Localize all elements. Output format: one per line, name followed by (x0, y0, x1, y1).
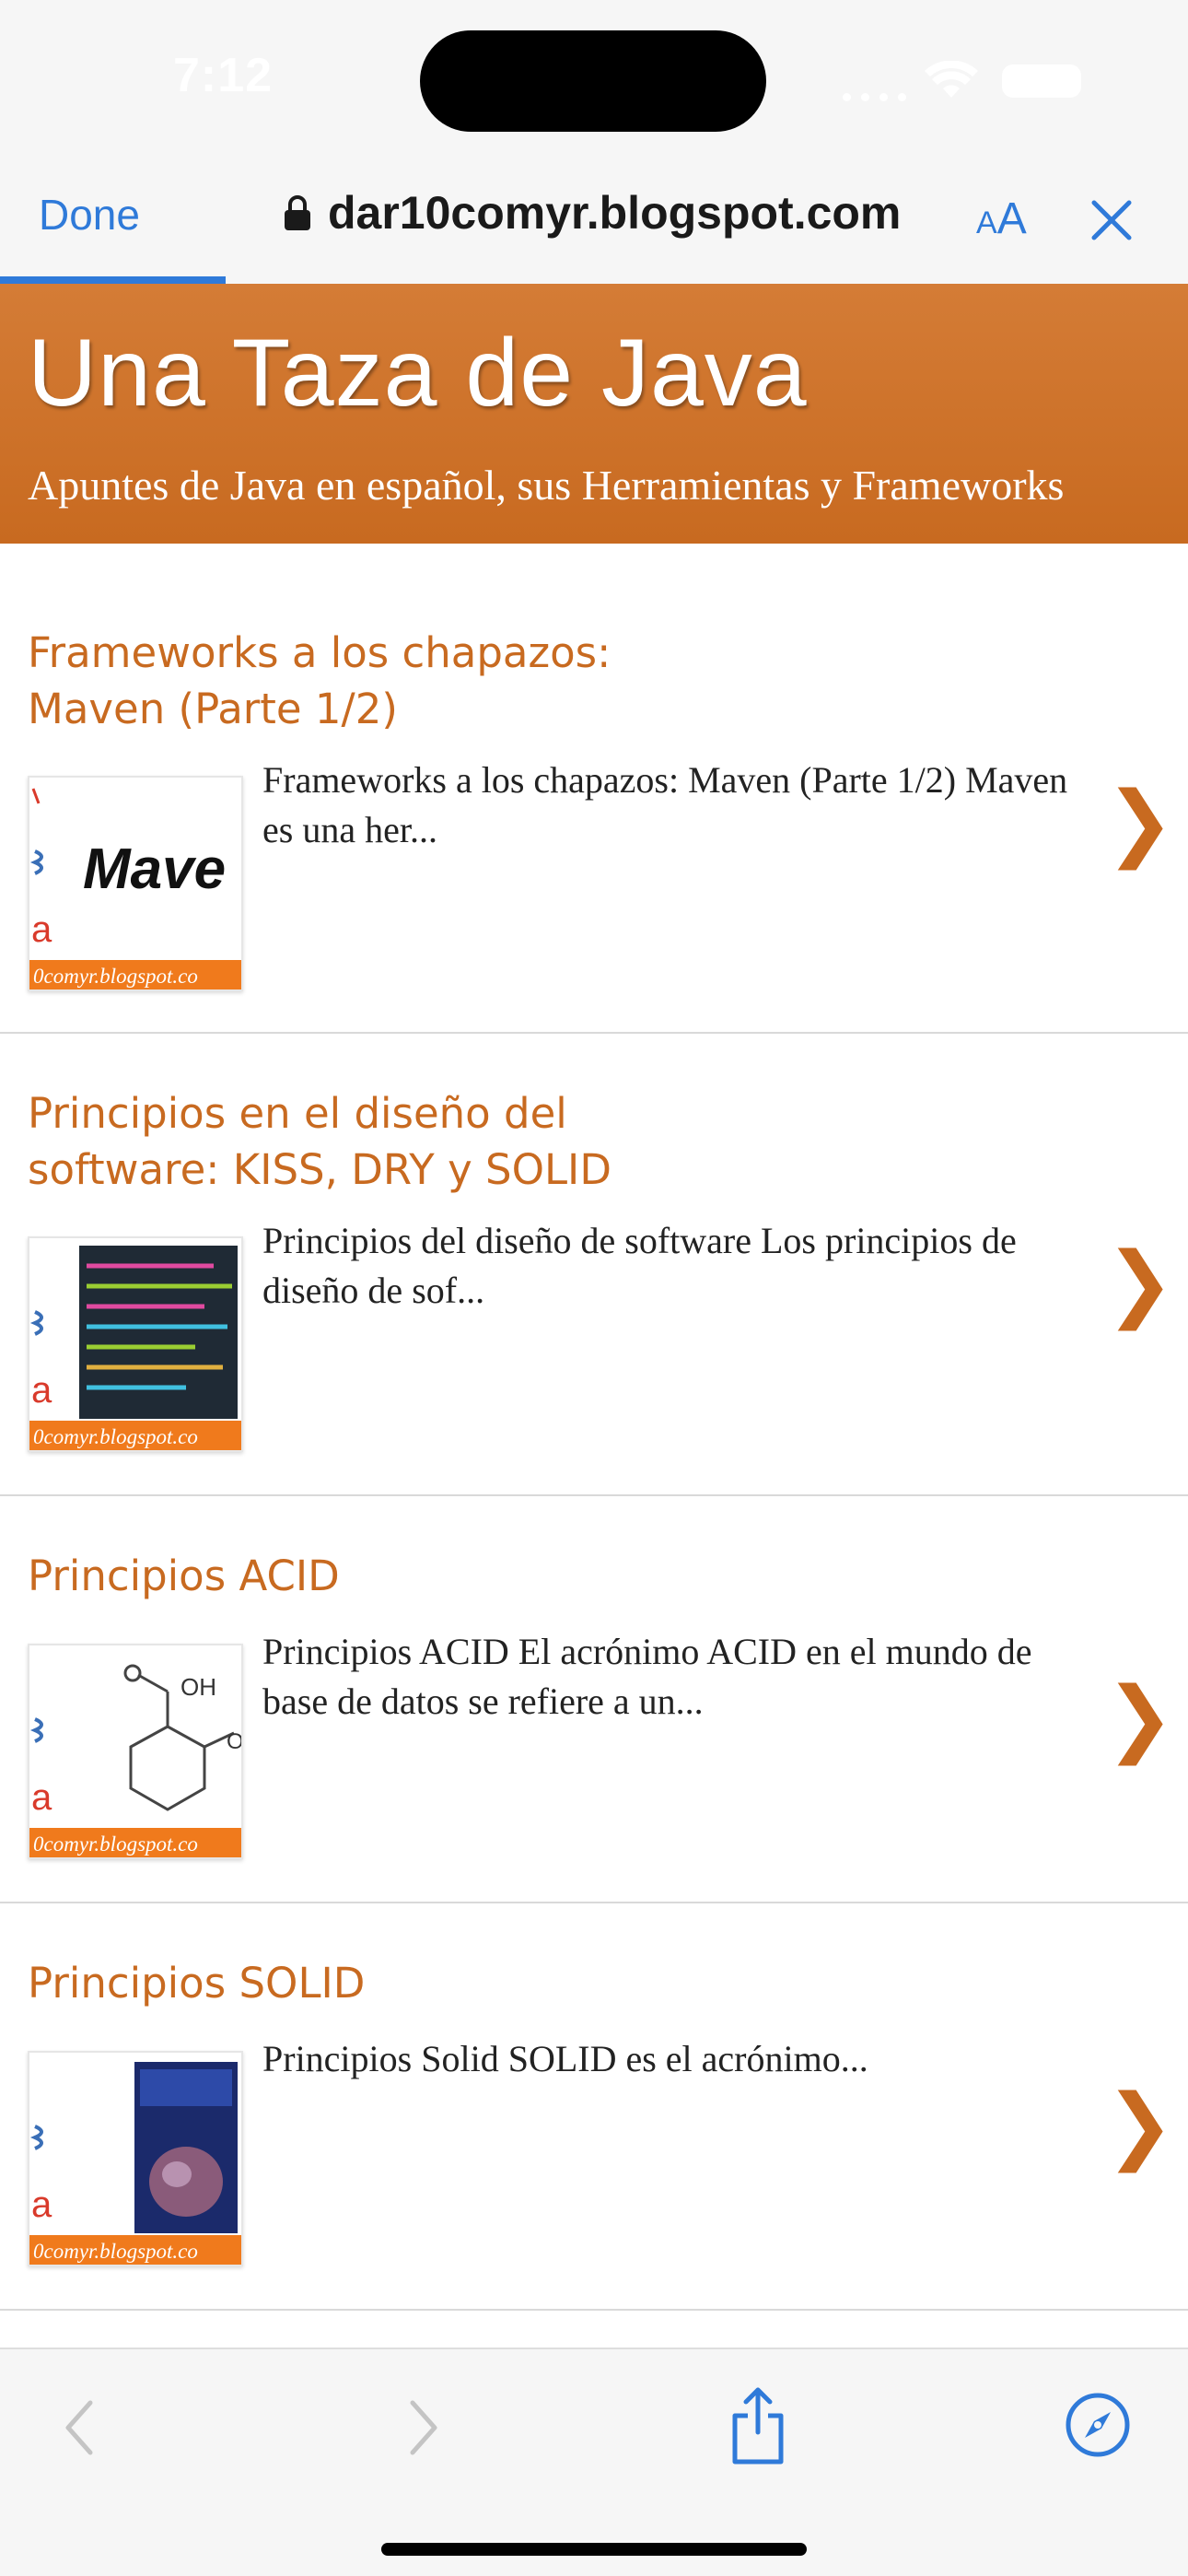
browser-top-bar: Done dar10comyr.blogspot.com AA (0, 166, 1188, 284)
maven-thumbnail-image: a Mave 0comyr.blogspot.co (29, 778, 241, 989)
post-title-line: Principios ACID (28, 1551, 340, 1600)
post-item[interactable]: Principios SOLID a 0comyr.blogspot.co Pr… (0, 1903, 1188, 2311)
post-title-line: Principios SOLID (28, 1959, 366, 2008)
post-title-line: software: KISS, DRY y SOLID (28, 1145, 611, 1194)
chevron-right-icon[interactable]: ❯ (1105, 1669, 1174, 1766)
done-button[interactable]: Done (39, 190, 140, 240)
chevron-right-icon[interactable]: ❯ (1105, 774, 1174, 871)
post-title-line: Principios en el diseño del (28, 1089, 567, 1138)
post-title[interactable]: Frameworks a los chapazos: Maven (Parte … (28, 625, 672, 737)
post-item[interactable]: Principios en el diseño del software: KI… (0, 1034, 1188, 1496)
post-title[interactable]: Principios SOLID (28, 1955, 672, 2011)
post-snippet: Principios ACID El acrónimo ACID en el m… (262, 1631, 1032, 1722)
svg-text:a: a (31, 2184, 52, 2225)
svg-text:0comyr.blogspot.co: 0comyr.blogspot.co (33, 1832, 198, 1856)
lock-icon (285, 195, 310, 230)
chevron-right-icon[interactable]: ❯ (1105, 2077, 1174, 2173)
thumb-oh-label: OH (181, 1673, 216, 1701)
blog-description: Apuntes de Java en español, sus Herramie… (28, 462, 1065, 509)
compass-icon[interactable] (1065, 2392, 1131, 2458)
svg-text:a: a (31, 1777, 52, 1818)
share-icon[interactable] (728, 2386, 788, 2465)
load-progress-bar (0, 276, 227, 284)
url-field[interactable]: dar10comyr.blogspot.com (284, 186, 901, 240)
chemistry-thumbnail-image: OH O a 0comyr.blogspot.co (29, 1645, 243, 1857)
svg-text:a: a (31, 909, 52, 950)
blog-header: Una Taza de Java Apuntes de Java en espa… (0, 284, 1188, 544)
post-thumbnail[interactable]: OH O a 0comyr.blogspot.co (28, 1644, 243, 1859)
status-bar: 7:12 (0, 0, 1188, 166)
code-thumbnail-image: a 0comyr.blogspot.co (29, 1238, 241, 1450)
book-thumbnail-image: a 0comyr.blogspot.co (29, 2053, 241, 2265)
thumb-logo-text: Mave (83, 837, 226, 901)
post-item[interactable]: Frameworks a los chapazos: Maven (Parte … (0, 544, 1188, 1034)
post-title-line: Frameworks a los chapazos: (28, 628, 611, 677)
post-snippet: Frameworks a los chapazos: Maven (Parte … (262, 759, 1068, 850)
post-snippet: Principios del diseño de software Los pr… (262, 1220, 1017, 1311)
chevron-right-icon[interactable]: ❯ (1105, 1235, 1174, 1331)
svg-text:0comyr.blogspot.co: 0comyr.blogspot.co (33, 965, 198, 988)
svg-text:0comyr.blogspot.co: 0comyr.blogspot.co (33, 1425, 198, 1448)
post-item[interactable]: Principios ACID OH O a 0comyr.blogspot.c… (0, 1496, 1188, 1903)
status-time: 7:12 (173, 49, 274, 102)
home-indicator[interactable] (381, 2543, 807, 2556)
text-size-button[interactable]: AA (976, 193, 1027, 244)
blog-title[interactable]: Una Taza de Java (28, 319, 808, 428)
wifi-icon (925, 61, 978, 98)
post-title-line: Maven (Parte 1/2) (28, 685, 398, 733)
svg-text:a: a (31, 1370, 52, 1411)
post-snippet: Principios Solid SOLID es el acrónimo... (262, 2038, 868, 2079)
close-icon[interactable] (1089, 197, 1135, 243)
cellular-signal-icon (843, 83, 916, 101)
url-text: dar10comyr.blogspot.com (328, 187, 902, 239)
dynamic-island (420, 30, 766, 132)
browser-bottom-bar (0, 2348, 1188, 2576)
forward-icon[interactable] (400, 2395, 446, 2460)
post-thumbnail[interactable]: a 0comyr.blogspot.co (28, 1236, 243, 1452)
post-thumbnail[interactable]: a 0comyr.blogspot.co (28, 2051, 243, 2266)
back-icon[interactable] (57, 2395, 103, 2460)
svg-text:O: O (227, 1729, 243, 1754)
post-title[interactable]: Principios ACID (28, 1548, 672, 1604)
text-size-big-a: A (996, 194, 1027, 243)
battery-icon (1002, 64, 1081, 98)
post-title[interactable]: Principios en el diseño del software: KI… (28, 1085, 672, 1198)
text-size-small-a: A (976, 205, 997, 240)
post-thumbnail[interactable]: a Mave 0comyr.blogspot.co (28, 776, 243, 991)
svg-text:0comyr.blogspot.co: 0comyr.blogspot.co (33, 2240, 198, 2263)
